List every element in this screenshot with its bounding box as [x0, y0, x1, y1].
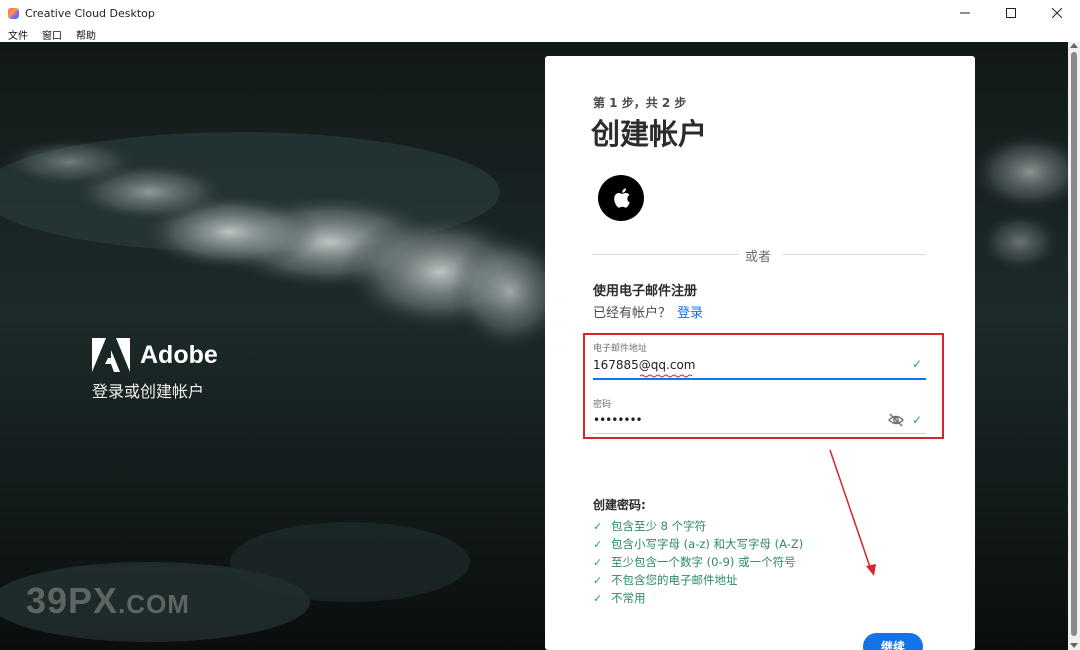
page-title: 创建帐户 [591, 117, 708, 151]
password-input[interactable]: •••••••• [593, 413, 643, 427]
or-text: 或者 [745, 250, 772, 265]
minimize-button[interactable] [942, 0, 988, 26]
title-bar: Creative Cloud Desktop [0, 0, 1080, 26]
check-icon: ✓ [593, 519, 603, 533]
have-account-text: 已经有帐户？ [593, 306, 672, 321]
step-indicator: 第 1 步，共 2 步 [593, 96, 687, 110]
requirement-item: ✓ 至少包含一个数字 (0-9) 或一个符号 [593, 555, 796, 569]
adobe-brand: Adobe 登录或创建帐户 [92, 338, 218, 402]
maximize-icon [1006, 8, 1016, 18]
requirement-item: ✓ 不常用 [593, 591, 646, 605]
password-valid-check-icon: ✓ [912, 413, 923, 427]
check-icon: ✓ [593, 537, 603, 551]
requirement-item: ✓ 包含小写字母 (a-z) 和大写字母 (A-Z) [593, 537, 804, 551]
menu-help[interactable]: 帮助 [76, 27, 96, 42]
sign-in-link[interactable]: 登录 [677, 302, 703, 321]
menu-file[interactable]: 文件 [8, 27, 28, 42]
scroll-down-arrow-icon[interactable] [1070, 643, 1078, 648]
close-button[interactable] [1034, 0, 1080, 26]
create-account-card: 第 1 步，共 2 步 创建帐户 或者 使用电子邮件注册 已经有帐户？ 登录 电… [545, 56, 975, 650]
requirement-item: ✓ 包含至少 8 个字符 [593, 519, 707, 533]
check-icon: ✓ [593, 591, 603, 605]
scroll-thumb[interactable] [1071, 52, 1077, 636]
adobe-wordmark: Adobe [140, 340, 218, 369]
menu-window[interactable]: 窗口 [42, 27, 62, 42]
login-stage: Adobe 登录或创建帐户 39PX.COM 第 1 步，共 2 步 创建帐户 … [0, 42, 1068, 650]
watermark: 39PX.COM [26, 580, 190, 621]
adobe-logo-icon [92, 338, 130, 372]
email-field-underline [593, 378, 926, 380]
check-icon: ✓ [593, 555, 603, 569]
password-label: 密码 [593, 400, 612, 410]
email-label: 电子邮件地址 [593, 344, 648, 354]
eye-slash-icon[interactable] [888, 413, 904, 427]
scroll-up-arrow-icon[interactable] [1070, 43, 1078, 48]
email-input[interactable]: 167885@qq.com [593, 358, 696, 372]
email-valid-check-icon: ✓ [912, 357, 923, 371]
minimize-icon [960, 12, 970, 14]
check-icon: ✓ [593, 573, 603, 587]
menu-bar: 文件 窗口 帮助 [0, 26, 1080, 42]
or-divider: 或者 [593, 246, 926, 265]
brand-subtitle: 登录或创建帐户 [92, 382, 205, 401]
password-field-underline [593, 433, 926, 434]
continue-button[interactable]: 继续 [863, 633, 923, 650]
window-title: Creative Cloud Desktop [25, 6, 155, 20]
close-icon [1052, 8, 1062, 18]
password-requirements-title: 创建密码: [593, 498, 646, 512]
apple-icon [614, 188, 630, 208]
maximize-button[interactable] [988, 0, 1034, 26]
password-requirements-list: ✓ 包含至少 8 个字符 ✓ 包含小写字母 (a-z) 和大写字母 (A-Z) ✓ 至… [593, 517, 803, 607]
creative-cloud-app-icon [8, 7, 19, 19]
email-signup-heading: 使用电子邮件注册 [593, 284, 698, 299]
requirement-item: ✓ 不包含您的电子邮件地址 [593, 573, 738, 587]
apple-signin-button[interactable] [598, 175, 644, 221]
vertical-scrollbar[interactable] [1068, 42, 1080, 650]
